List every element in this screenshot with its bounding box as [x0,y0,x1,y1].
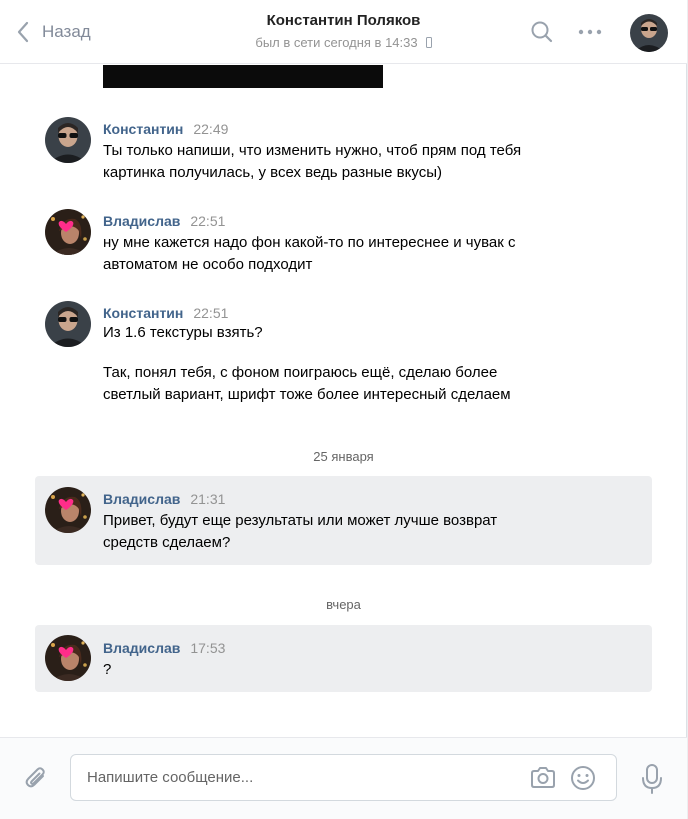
mobile-phone-icon [425,37,432,48]
message-time[interactable]: 22:51 [190,213,225,229]
peer-avatar[interactable] [630,14,668,52]
message-author[interactable]: Владислав 22:51 [103,213,225,229]
chat-header: Назад Константин Поляков был в сети сего… [0,0,687,64]
message-author[interactable]: Константин 22:51 [103,305,228,321]
message-text: ну мне кажется надо фон какой-то по инте… [103,234,516,273]
camera-icon[interactable] [529,765,557,791]
message-item-unread: Владислав 21:31 Привет, будут еще результ… [35,476,652,565]
peer-status-text: был в сети сегодня в 14:33 [255,35,418,50]
message-time[interactable]: 22:49 [193,121,228,137]
message-time[interactable]: 22:51 [193,305,228,321]
message-input-box[interactable] [70,754,617,801]
message-item: Владислав 22:51 ну мне кажется надо фон к… [35,207,652,279]
image-attachment[interactable] [103,65,383,88]
avatar[interactable] [45,635,91,681]
message-history[interactable]: Константин 22:49 Ты только напиши, что из… [0,65,687,737]
avatar[interactable] [45,209,91,255]
search-icon[interactable] [528,18,556,46]
message-item-unread: Владислав 17:53 ? [35,625,652,692]
date-divider: 25 января [313,449,374,464]
smile-icon[interactable] [569,764,597,792]
message-composer [0,737,687,819]
message-author[interactable]: Константин 22:49 [103,121,228,137]
avatar[interactable] [45,487,91,533]
message-time[interactable]: 21:31 [190,491,225,507]
message-author[interactable]: Владислав 17:53 [103,640,225,656]
message-text: ? [103,661,112,678]
microphone-icon[interactable] [638,762,666,796]
message-input[interactable] [87,755,517,800]
date-divider: вчера [326,597,361,612]
message-item: Константин 22:49 Ты только напиши, что из… [35,115,652,187]
message-item: Константин 22:51 Из 1.6 текстуры взять? Т… [35,299,652,411]
message-text: Привет, будут еще результаты или может л… [103,512,498,551]
message-time[interactable]: 17:53 [190,640,225,656]
paperclip-icon[interactable] [22,764,50,792]
more-horizontal-icon[interactable] [576,18,604,46]
message-text: Так, понял тебя, с фоном поиграюсь ещё, … [103,364,511,403]
message-author[interactable]: Владислав 21:31 [103,491,225,507]
chat-window: Назад Константин Поляков был в сети сего… [0,0,687,819]
message-text: Ты только напиши, что изменить нужно, чт… [103,142,522,181]
avatar[interactable] [45,301,91,347]
avatar[interactable] [45,117,91,163]
message-text: Из 1.6 текстуры взять? [103,324,263,341]
